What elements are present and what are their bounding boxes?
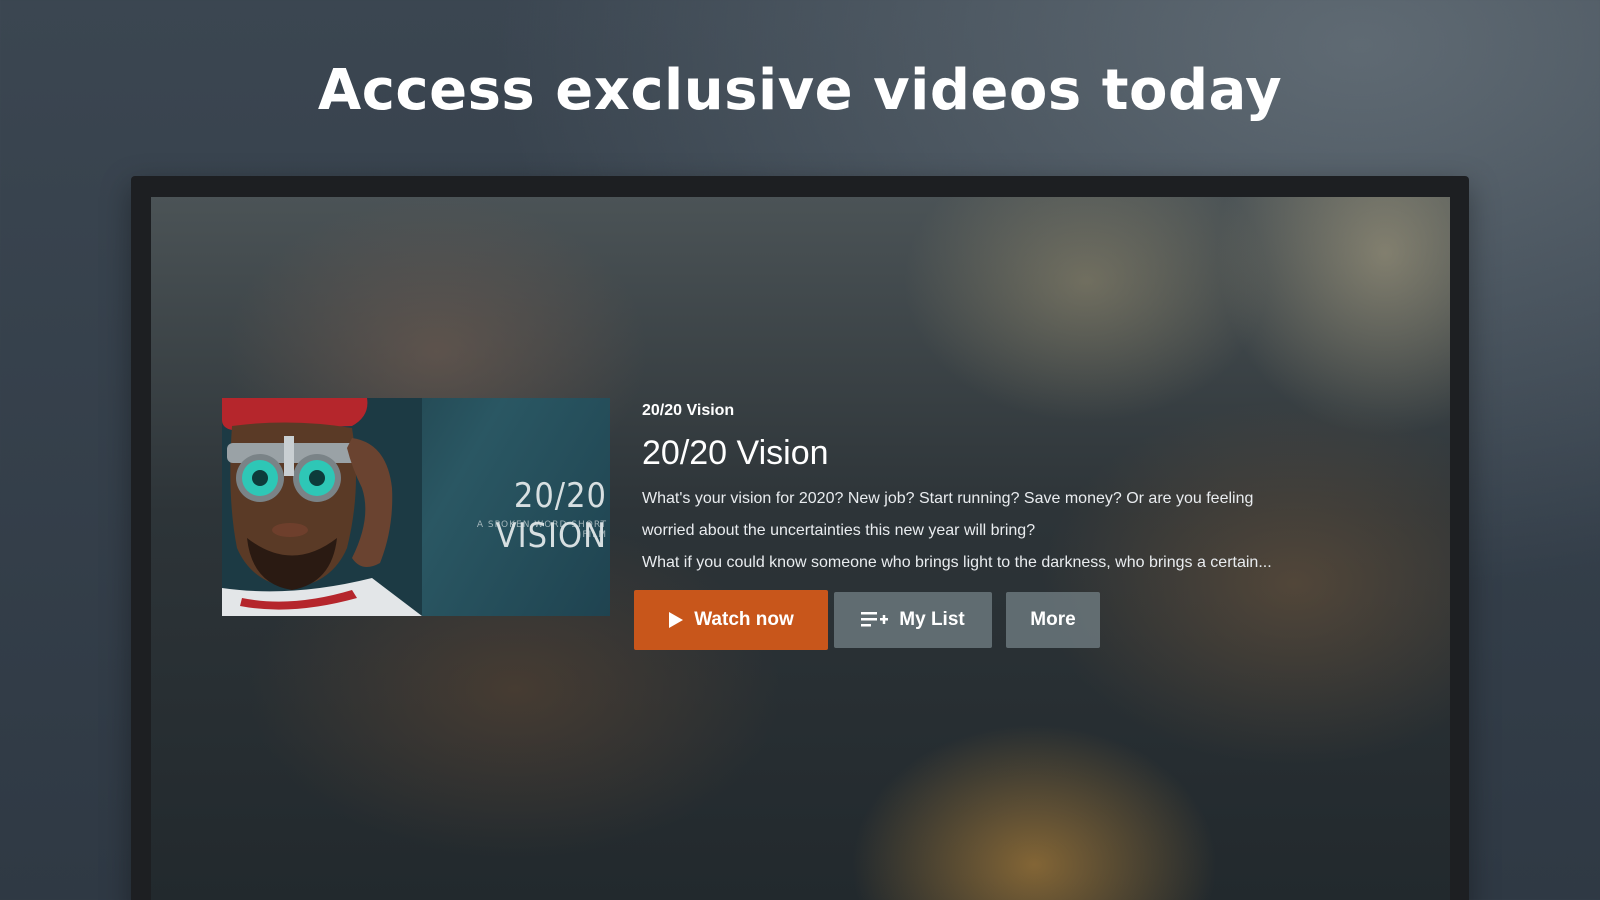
poster-person-illustration [222, 398, 422, 616]
playlist-add-icon [861, 610, 889, 630]
my-list-label: My List [899, 609, 965, 630]
watch-now-button[interactable]: Watch now [634, 590, 828, 650]
watch-now-label: Watch now [694, 609, 794, 630]
description-line: What if you could know someone who bring… [642, 554, 1272, 571]
video-poster[interactable]: 20/20 VISION A SPOKEN WORD SHORT FILM [222, 398, 610, 616]
poster-title-art: 20/20 VISION [495, 476, 607, 556]
more-label: More [1030, 609, 1076, 630]
play-icon [668, 611, 684, 629]
headline: Access exclusive videos today [317, 58, 1283, 123]
video-info: 20/20 Vision 20/20 Vision What's your vi… [642, 402, 1382, 579]
video-title: 20/20 Vision [642, 434, 829, 472]
more-button[interactable]: More [1006, 592, 1100, 648]
my-list-button[interactable]: My List [834, 592, 992, 648]
action-buttons: Watch now My List More [634, 590, 1100, 650]
video-description: What's your vision for 2020? New job? St… [642, 483, 1382, 579]
video-kicker: 20/20 Vision [642, 402, 735, 419]
description-line: worried about the uncertainties this new… [642, 522, 1036, 539]
poster-subtitle-art: A SPOKEN WORD SHORT FILM [476, 520, 607, 540]
description-line: What's your vision for 2020? New job? St… [642, 490, 1254, 507]
